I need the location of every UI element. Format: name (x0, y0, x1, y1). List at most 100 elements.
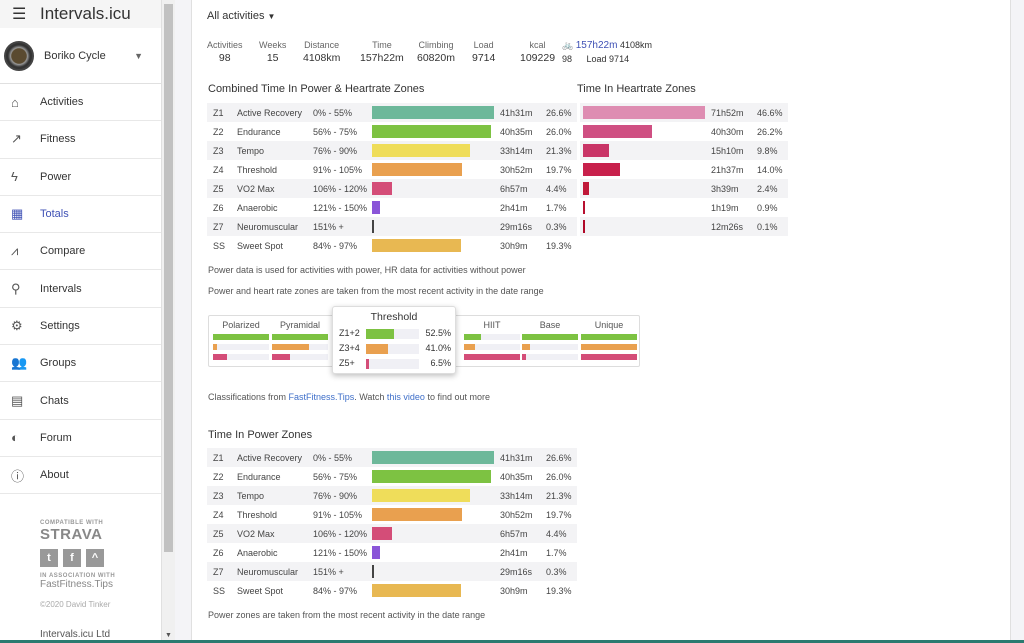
zone-id: Z6 (213, 547, 224, 558)
zone-pct: 26.6% (546, 107, 572, 118)
zone-name: Threshold (237, 509, 278, 520)
hr-zone-time: 1h19m (711, 202, 739, 213)
fastfitness-link[interactable]: FastFitness.Tips (289, 392, 355, 402)
zone-pct: 26.6% (546, 452, 572, 463)
zone-range: 106% - 120% (313, 183, 368, 194)
facebook-icon[interactable]: f (63, 549, 81, 567)
user-selector[interactable]: Boriko Cycle ▼ (0, 28, 161, 84)
zone-pct: 26.0% (546, 126, 572, 137)
sidebar-item-groups[interactable]: 👥 Groups (0, 345, 161, 383)
zone-pct: 21.3% (546, 145, 572, 156)
classification-polarized[interactable]: Polarized (213, 316, 269, 364)
note-text: . Watch (354, 392, 387, 402)
strava-icon[interactable]: ^ (86, 549, 104, 567)
classification-bar (464, 354, 520, 360)
info-icon: ⓘ (11, 468, 25, 484)
sidebar-item-fitness[interactable]: ↗ Fitness (0, 121, 161, 159)
zone-time: 33h14m (500, 145, 533, 156)
zone-row: Z4 Threshold 91% - 105% 30h52m 19.7% (207, 160, 577, 179)
zone-name: Threshold (237, 164, 278, 175)
sidebar-scrollbar[interactable]: ▼ (162, 0, 175, 643)
scrollbar-thumb[interactable] (164, 4, 173, 552)
company-name: Intervals.icu Ltd (40, 629, 111, 640)
zone-id: Z5 (213, 528, 224, 539)
sidebar-item-activities[interactable]: ⌂ Activities (0, 84, 161, 122)
sidebar-item-chats[interactable]: ▤ Chats (0, 382, 161, 420)
stat-distance: Distance 4108km (303, 40, 340, 64)
classification-bar-track (464, 334, 520, 340)
classification-unique[interactable]: Unique (581, 316, 637, 364)
scroll-down-icon[interactable]: ▼ (165, 632, 172, 639)
hr-zone-bar (583, 220, 585, 233)
zone-row: Z2 Endurance 56% - 75% 40h35m 26.0% (207, 122, 577, 141)
bike-count: 98 (562, 54, 573, 64)
classification-note: Classifications from FastFitness.Tips. W… (208, 392, 490, 402)
zone-time: 30h52m (500, 164, 533, 175)
sidebar-footer: COMPATIBLE WITH STRAVA t f ^ IN ASSOCIATIO… (40, 520, 115, 640)
trending-up-icon: ↗ (11, 131, 22, 147)
zone-bar (372, 239, 461, 252)
tooltip-pct: 41.0% (425, 343, 451, 353)
sidebar-item-intervals[interactable]: ⚲ Intervals (0, 270, 161, 308)
strava-logo: STRAVA (40, 526, 103, 543)
zone-name: VO2 Max (237, 528, 275, 539)
fastfitness-link[interactable]: FastFitness.Tips (40, 579, 115, 590)
sidebar-item-settings[interactable]: ⚙ Settings (0, 308, 161, 346)
people-icon: 👥 (11, 355, 28, 371)
zone-name: Neuromuscular (237, 221, 299, 232)
zone-range: 76% - 90% (313, 145, 358, 156)
calendar-clock-icon: ▦ (11, 206, 24, 222)
zone-row: Z1 Active Recovery 0% - 55% 41h31m 26.6% (207, 448, 577, 467)
hr-zone-pct: 26.2% (757, 126, 783, 137)
stat-value: 60820m (417, 52, 455, 64)
zone-id: Z6 (213, 202, 224, 213)
classification-tooltip: Threshold Z1+2 52.5% Z3+4 41.0% Z5+ 6.5% (332, 306, 456, 374)
twitter-icon[interactable]: t (40, 549, 58, 567)
zone-pct: 0.3% (546, 221, 567, 232)
menu-icon[interactable]: ☰ (12, 4, 40, 24)
zone-time: 2h41m (500, 547, 528, 558)
zone-row: SS Sweet Spot 84% - 97% 30h9m 19.3% (207, 236, 577, 255)
zone-id: Z3 (213, 145, 224, 156)
classification-bar-track (213, 344, 269, 350)
classification-bar (272, 334, 328, 340)
zone-range: 106% - 120% (313, 528, 368, 539)
sidebar-item-power[interactable]: ϟ Power (0, 159, 161, 196)
zone-bar (372, 106, 494, 119)
sidebar-item-totals[interactable]: ▦ Totals (0, 196, 161, 234)
hr-zone-time: 15h10m (711, 145, 744, 156)
zone-row: Z7 Neuromuscular 151% + 29m16s 0.3% (207, 562, 577, 581)
zone-row: Z3 Tempo 76% - 90% 33h14m 21.3% (207, 141, 577, 160)
sidebar-item-label: Activities (40, 96, 84, 109)
sidebar-item-forum[interactable]: ◐ Forum (0, 420, 161, 457)
classification-bar (522, 334, 578, 340)
classification-hiit[interactable]: HIIT (464, 316, 520, 364)
combined-zones-title: Combined Time In Power & Heartrate Zones (208, 83, 425, 95)
sidebar-item-label: Groups (40, 357, 77, 370)
zone-name: Sweet Spot (237, 240, 284, 251)
bike-load: Load 9714 (586, 54, 630, 64)
activity-filter-dropdown[interactable]: All activities ▼ (207, 10, 275, 22)
zone-row: Z5 VO2 Max 106% - 120% 6h57m 4.4% (207, 524, 577, 543)
tooltip-pct: 52.5% (425, 328, 451, 338)
sidebar-item-about[interactable]: ⓘ About (0, 457, 161, 495)
zone-time: 29m16s (500, 566, 533, 577)
zone-row: Z4 Threshold 91% - 105% 30h52m 19.7% (207, 505, 577, 524)
power-zones-title: Time In Power Zones (208, 429, 313, 441)
stat-value: 15 (266, 52, 279, 64)
stat-label: Weeks (259, 40, 287, 50)
classification-base[interactable]: Base (522, 316, 578, 364)
sidebar-item-label: Chats (40, 394, 69, 407)
zone-row: Z6 Anaerobic 121% - 150% 2h41m 1.7% (207, 543, 577, 562)
hr-zone-row: 1h19m 0.9% (580, 198, 788, 217)
zone-name: VO2 Max (237, 183, 275, 194)
sidebar-item-label: About (40, 469, 69, 482)
zone-row: Z2 Endurance 56% - 75% 40h35m 26.0% (207, 467, 577, 486)
sidebar-item-compare[interactable]: ⩘ Compare (0, 233, 161, 271)
tooltip-row: Z5+ 6.5% (339, 358, 451, 370)
sidebar-item-label: Settings (40, 319, 80, 332)
classification-bar-track (464, 354, 520, 360)
classification-pyramidal[interactable]: Pyramidal (272, 316, 328, 364)
stat-climbing: Climbing 60820m (417, 40, 455, 64)
video-link[interactable]: this video (387, 392, 425, 402)
